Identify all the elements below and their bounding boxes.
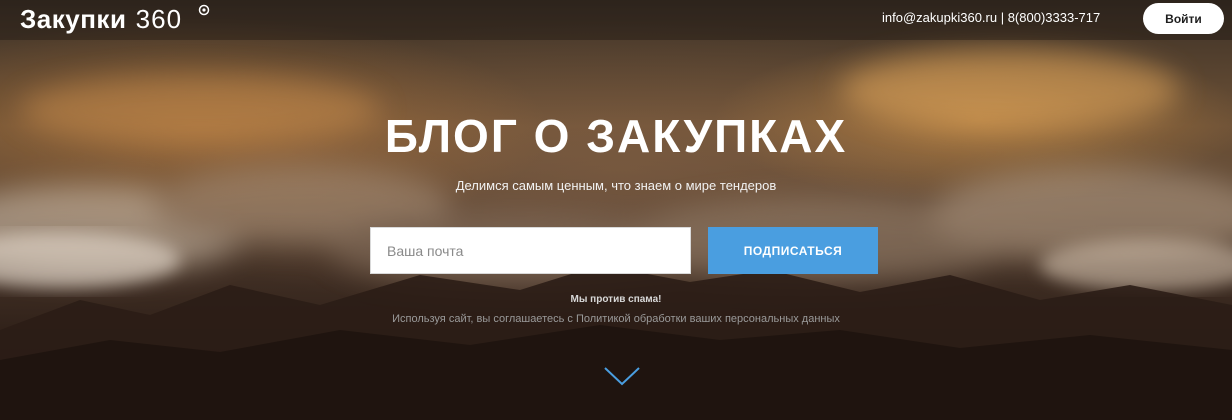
chevron-down-icon[interactable] bbox=[603, 365, 641, 387]
logo-number: 360 bbox=[135, 4, 183, 34]
contact-info[interactable]: info@zakupki360.ru | 8(800)3333-717 bbox=[882, 10, 1100, 25]
hero-section: Закупки 360 info@zakupki360.ru | 8(800)3… bbox=[0, 0, 1232, 420]
site-logo[interactable]: Закупки 360 bbox=[20, 4, 210, 34]
subscribe-button[interactable]: ПОДПИСАТЬСЯ bbox=[708, 227, 878, 274]
privacy-policy-notice[interactable]: Используя сайт, вы соглашаетесь с Полити… bbox=[0, 313, 1232, 325]
page-title: БЛОГ О ЗАКУПКАХ bbox=[384, 110, 848, 162]
background-landscape bbox=[0, 50, 1232, 420]
no-spam-notice: Мы против спама! bbox=[570, 294, 662, 305]
login-button[interactable]: Войти bbox=[1143, 3, 1224, 34]
eye-icon bbox=[198, 4, 210, 16]
page-subtitle: Делимся самым ценным, что знаем о мире т… bbox=[455, 178, 777, 193]
top-navigation-bar: Закупки 360 info@zakupki360.ru | 8(800)3… bbox=[0, 0, 1232, 40]
email-field[interactable] bbox=[370, 227, 691, 274]
logo-word: Закупки bbox=[20, 4, 127, 34]
